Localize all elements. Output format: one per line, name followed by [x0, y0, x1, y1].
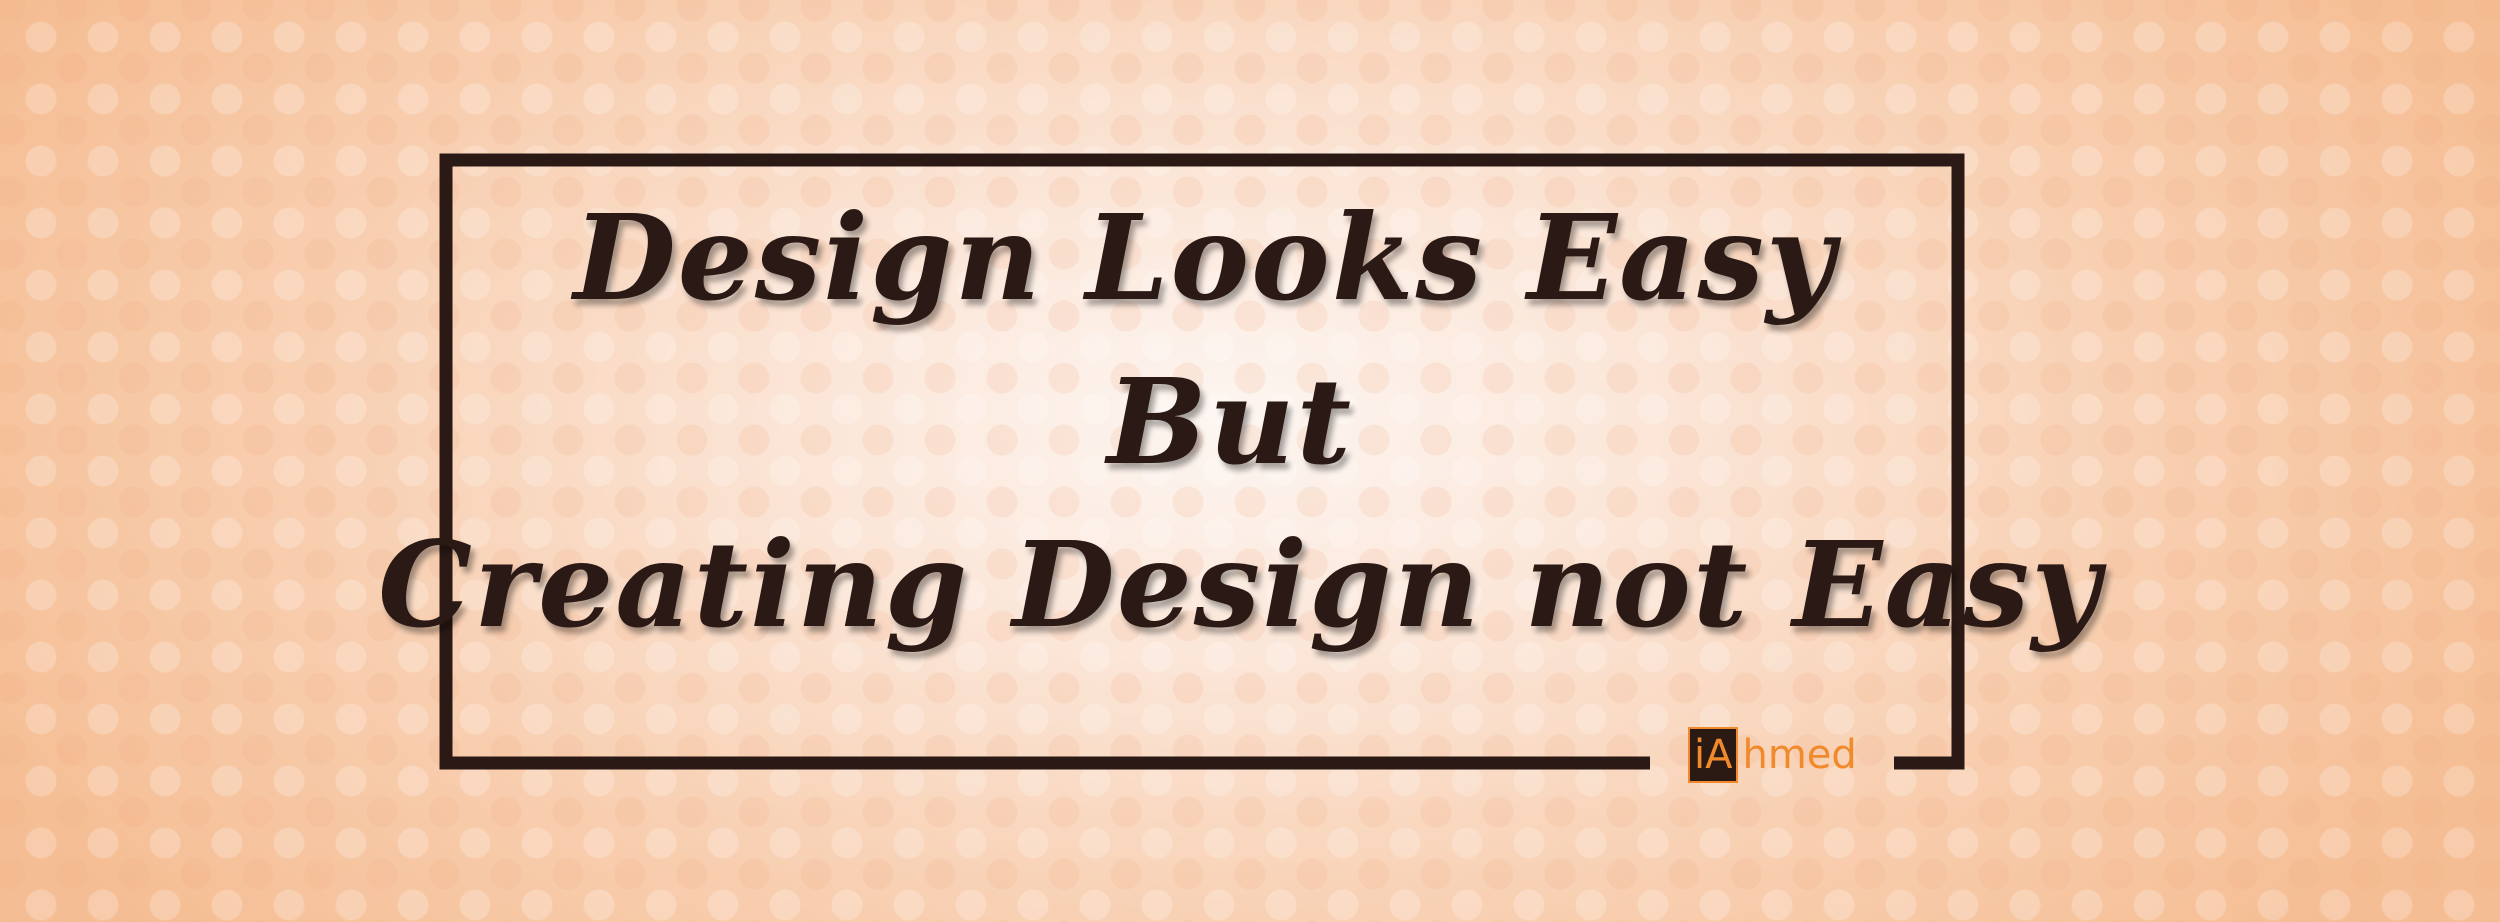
- quote-line-2: But: [1106, 352, 1354, 491]
- brand-name: hmed: [1742, 732, 1857, 778]
- brand-mark: iA: [1688, 727, 1739, 783]
- quote-line-1: Design Looks Easy: [573, 188, 1837, 327]
- brand-logo: iA hmed: [1688, 727, 1857, 783]
- quote-line-3: Creating Design not Easy: [378, 515, 2102, 654]
